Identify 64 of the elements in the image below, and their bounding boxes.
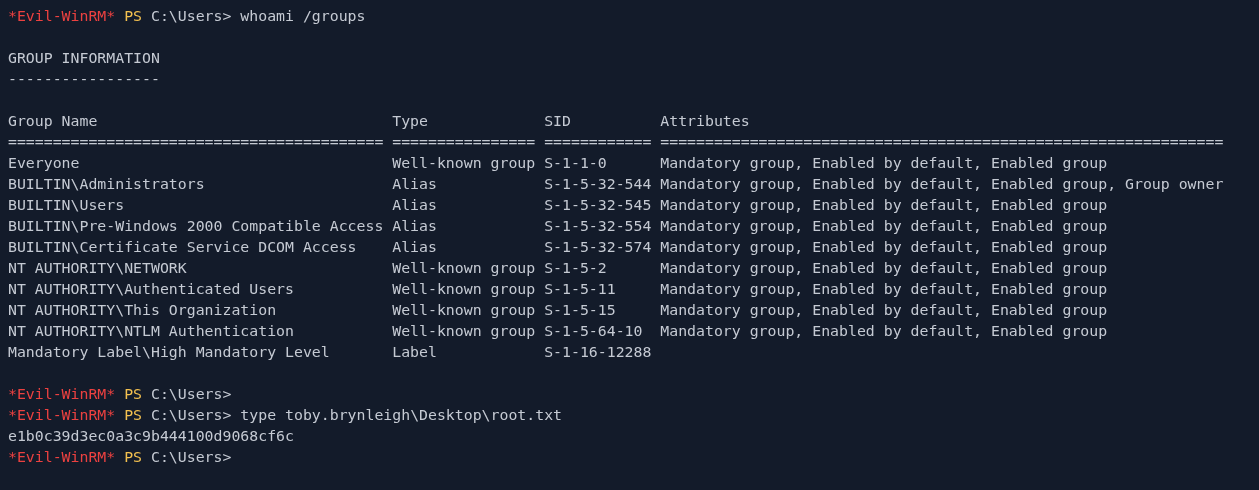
table-cell-text: Mandatory group, Enabled by default, Enabled group [660, 216, 1109, 237]
table-cell: Well-known group [392, 321, 536, 342]
prompt-path: C:\Users> [150, 384, 232, 405]
session-label: *Evil-WinRM* [8, 405, 116, 426]
column-rule: =============================================================== [660, 132, 1225, 153]
table-cell-text: S-1-5-15 [544, 300, 617, 321]
table-cell: S-1-5-32-544 [544, 174, 652, 195]
table-cell-text: Mandatory group, Enabled by default, Enabled group [660, 258, 1109, 279]
table-cell-text: BUILTIN\Administrators [8, 174, 206, 195]
column-rule: ================ [392, 132, 536, 153]
table-cell-text: Alias [392, 195, 438, 216]
shell-label: PS [124, 405, 143, 426]
table-cell-text: BUILTIN\Certificate Service DCOM Access [8, 237, 358, 258]
table-cell: S-1-5-32-554 [544, 216, 652, 237]
table-cell-text: S-1-5-11 [544, 279, 617, 300]
table-cell-text: Mandatory group, Enabled by default, Enabled group [660, 300, 1109, 321]
table-cell-text: Everyone [8, 153, 81, 174]
table-cell-text: Mandatory group, Enabled by default, Enabled group [660, 195, 1109, 216]
table-cell-text: NT AUTHORITY\NETWORK [8, 258, 188, 279]
table-cell-text: NT AUTHORITY\NTLM Authentication [8, 321, 295, 342]
table-cell: Well-known group [392, 279, 536, 300]
table-cell-text: Alias [392, 237, 438, 258]
table-cell: Well-known group [392, 153, 536, 174]
shell-label: PS [124, 6, 143, 27]
output-text: e1b0c39d3ec0a3c9b444100d9068cf6c [8, 426, 294, 447]
prompt-path: C:\Users> [150, 405, 232, 426]
table-cell-text: BUILTIN\Users [8, 195, 126, 216]
shell-label: PS [124, 384, 143, 405]
session-label: *Evil-WinRM* [8, 6, 116, 27]
column-heading: Group Name [8, 111, 99, 132]
table-cell: S-1-16-12288 [544, 342, 652, 363]
column-rule: ========================================== [8, 132, 384, 153]
column-rule: ============ [544, 132, 652, 153]
output-text: GROUP INFORMATION [8, 48, 160, 69]
table-cell: Well-known group [392, 300, 536, 321]
table-cell-text: Label [392, 342, 438, 363]
session-label: *Evil-WinRM* [8, 447, 116, 468]
table-cell-text: Alias [392, 216, 438, 237]
table-cell: Well-known group [392, 258, 536, 279]
table-cell-text: Mandatory Label\High Mandatory Level [8, 342, 331, 363]
table-cell-text: Mandatory group, Enabled by default, Enabled group [660, 153, 1109, 174]
shell-label: PS [124, 447, 143, 468]
prompt-path: C:\Users> [150, 6, 232, 27]
table-cell-text: Mandatory group, Enabled by default, Enabled group, Group owner [660, 174, 1225, 195]
output-text: ----------------- [8, 69, 160, 90]
table-cell: S-1-5-32-545 [544, 195, 652, 216]
table-cell-text: S-1-5-2 [544, 258, 608, 279]
command-text: type toby.brynleigh\Desktop\root.txt [240, 405, 563, 426]
column-heading: Type [392, 111, 429, 132]
prompt-path: C:\Users> [150, 447, 232, 468]
table-cell-text: S-1-5-64-10 [544, 321, 644, 342]
table-cell-text: Alias [392, 174, 438, 195]
command-text: whoami /groups [240, 6, 366, 27]
table-cell: S-1-5-32-574 [544, 237, 652, 258]
column-heading: Attributes [660, 111, 751, 132]
table-cell-text: S-1-1-0 [544, 153, 608, 174]
table-cell-text: NT AUTHORITY\Authenticated Users [8, 279, 295, 300]
session-label: *Evil-WinRM* [8, 384, 116, 405]
table-cell-text: NT AUTHORITY\This Organization [8, 300, 278, 321]
table-cell-text: Mandatory group, Enabled by default, Enabled group [660, 237, 1109, 258]
table-cell-text: Mandatory group, Enabled by default, Enabled group [660, 279, 1109, 300]
table-cell-text: Mandatory group, Enabled by default, Enabled group [660, 321, 1109, 342]
column-heading: SID [544, 111, 572, 132]
table-cell: BUILTIN\Pre-Windows 2000 Compatible Access [8, 216, 384, 237]
